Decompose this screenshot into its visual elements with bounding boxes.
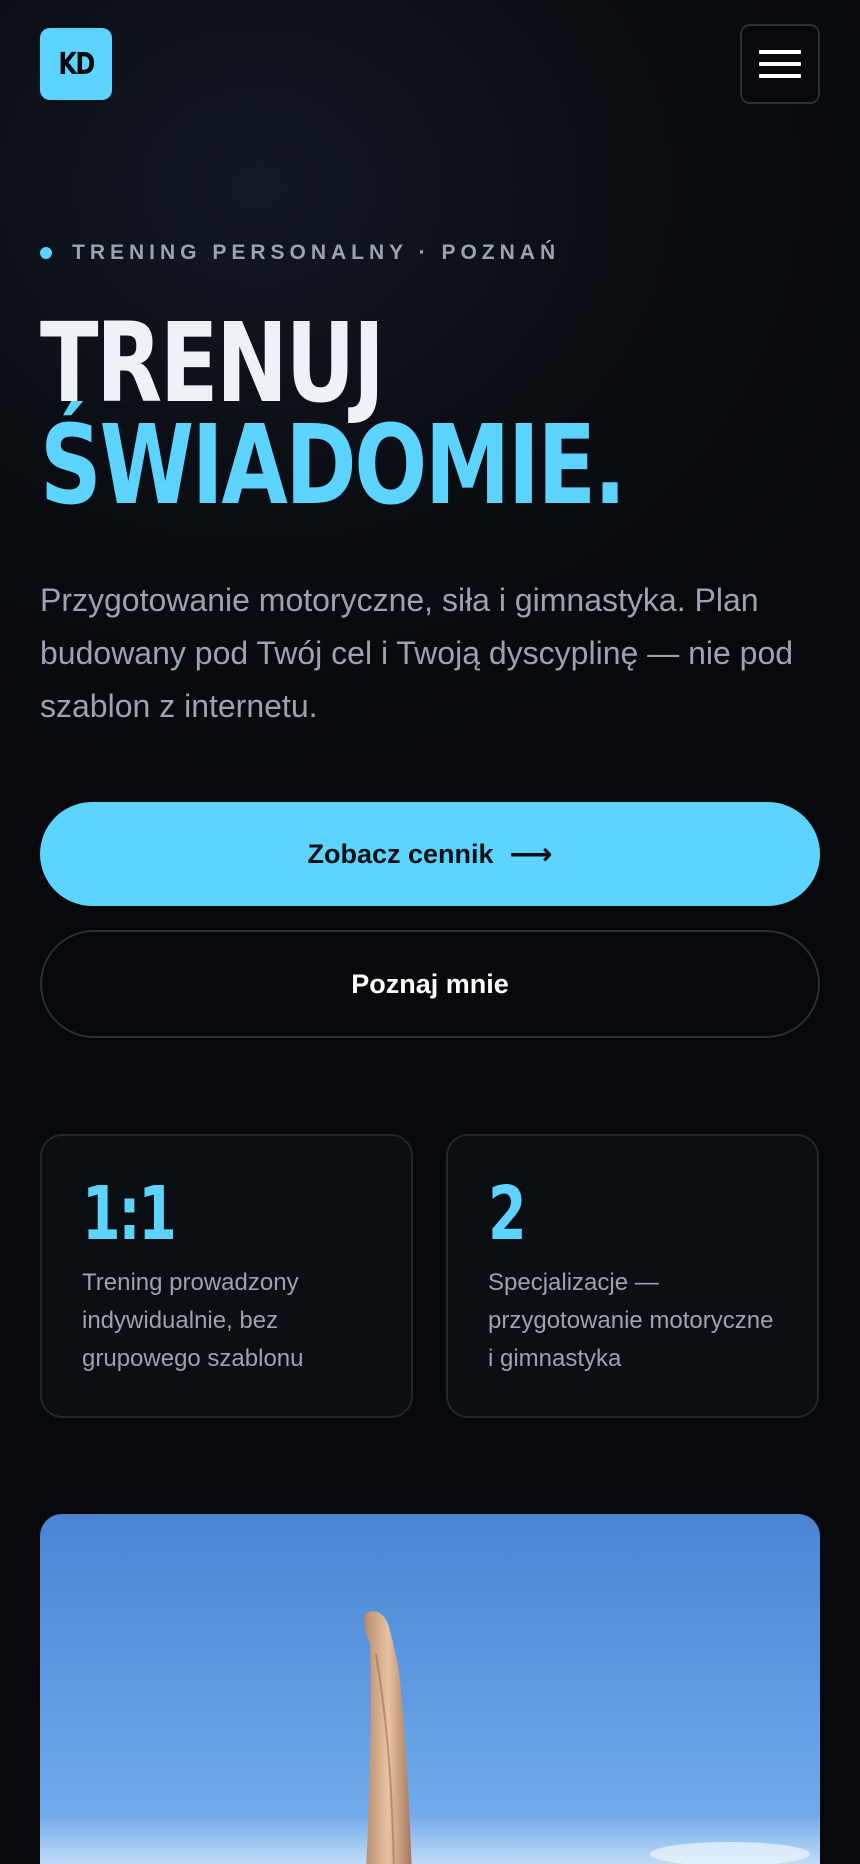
stat-card: 2 Specjalizacje — przygotowanie motorycz… xyxy=(446,1134,819,1418)
about-me-label: Poznaj mnie xyxy=(351,968,509,999)
hero-photo xyxy=(40,1514,820,1864)
handstand-legs-illustration xyxy=(40,1611,820,1864)
eyebrow-text: TRENING PERSONALNY · POZNAŃ xyxy=(72,241,561,264)
hamburger-menu-icon-bar xyxy=(759,62,801,66)
hamburger-menu-icon xyxy=(759,50,801,54)
logo-text: KD xyxy=(58,46,95,82)
hero-title-line2: ŚWIADOMIE. xyxy=(40,401,626,529)
stat-value: 2 xyxy=(488,1171,527,1257)
stat-label: Trening prowadzony indywidualnie, bez gr… xyxy=(82,1269,304,1372)
arrow-right-icon: ⟶ xyxy=(509,836,553,872)
site-header: KD xyxy=(0,0,860,130)
menu-button[interactable] xyxy=(740,24,820,104)
page: KD TRENING PERSONALNY · POZNAŃ TRENUJ ŚW… xyxy=(0,0,860,1864)
logo[interactable]: KD xyxy=(40,28,112,100)
see-pricing-label: Zobacz cennik xyxy=(307,838,494,869)
stat-value: 1:1 xyxy=(82,1171,177,1257)
hero-lead: Przygotowanie motoryczne, siła i gimnast… xyxy=(40,582,794,724)
hero-eyebrow: TRENING PERSONALNY · POZNAŃ xyxy=(40,241,560,265)
about-me-button[interactable]: Poznaj mnie xyxy=(40,930,820,1038)
stat-card: 1:1 Trening prowadzony indywidualnie, be… xyxy=(40,1134,413,1418)
see-pricing-button[interactable]: Zobacz cennik ⟶ xyxy=(40,802,820,906)
accent-dot-icon xyxy=(40,247,52,259)
hero-title: TRENUJ ŚWIADOMIE. xyxy=(40,299,789,529)
hamburger-menu-icon-bar xyxy=(759,74,801,78)
stat-label: Specjalizacje — przygotowanie motoryczne… xyxy=(488,1269,774,1372)
hero-title-line1: TRENUJ xyxy=(40,299,385,427)
